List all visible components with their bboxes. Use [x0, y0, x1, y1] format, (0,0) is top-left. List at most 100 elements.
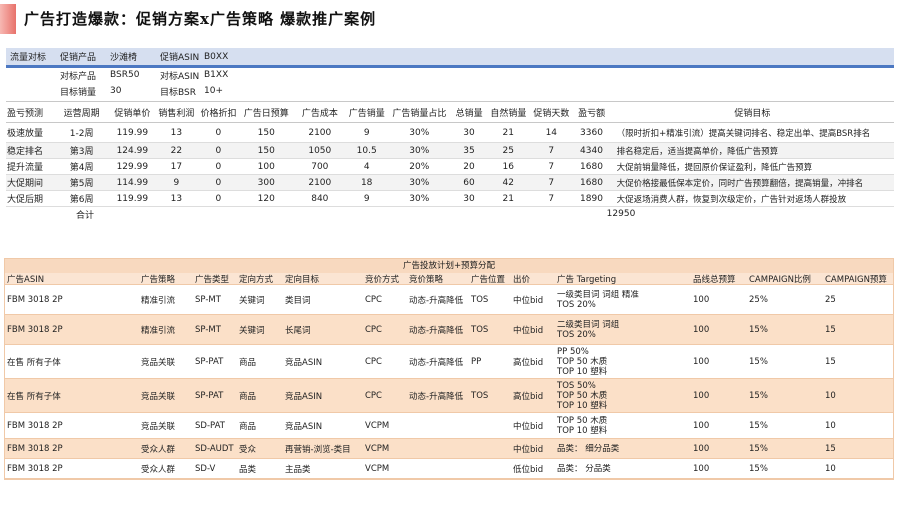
plan-header-cell: 广告日预算 — [243, 108, 289, 119]
info-row-target: 目标销量 30 目标BSR 10+ — [6, 85, 894, 98]
plan-header-cell: 广告销量占比 — [392, 108, 447, 119]
plan-cell: 20 — [463, 161, 475, 172]
ad-budget-cell: 100 — [693, 463, 710, 474]
plan-header-cell: 广告销量 — [348, 108, 385, 119]
ad-budget-cell: 100 — [693, 356, 710, 367]
plan-cell: 1680 — [580, 177, 603, 188]
ad-cell: 中位bid — [513, 421, 544, 432]
ad-cell: TOS — [471, 390, 489, 401]
ad-budget-cell: 15 — [825, 324, 836, 335]
plan-cell: 114.99 — [116, 177, 149, 188]
ad-budget-cell: 15% — [749, 356, 768, 367]
ad-targeting-cell: 品类： 细分品类 — [555, 444, 691, 454]
ad-row: FBM 3018 2P 精准引流 SP-MT 关键词 长尾词 CPC 动态-升高降低 TOS 中… — [5, 315, 893, 345]
targeting-line: 二级类目词 词组 — [557, 319, 620, 330]
ad-cell: 受众人群 — [141, 444, 176, 455]
ad-budget-cell: 15 — [825, 356, 836, 367]
ad-budget-cell: 25% — [749, 294, 768, 305]
ad-cell: TOS — [471, 324, 489, 335]
plan-header-cell: 运营周期 — [63, 108, 100, 119]
ad-budget-cell: 15% — [749, 463, 768, 474]
targeting-line: TOS 20% — [557, 299, 596, 310]
targeting-line: TOS 20% — [557, 329, 596, 340]
plan-cell: 1680 — [580, 161, 603, 172]
plan-cell: 30 — [463, 127, 475, 138]
plan-cell: 60 — [463, 177, 475, 188]
plan-cell: 25 — [502, 145, 514, 156]
plan-cell: 18 — [360, 177, 373, 188]
plan-cell: 21 — [502, 193, 514, 204]
plan-cell: 大促后期 — [7, 195, 44, 205]
plan-cell: 119.99 — [116, 127, 149, 138]
plan-cell: 17 — [170, 161, 183, 172]
ad-cell: 精准引流 — [141, 325, 176, 336]
ad-budget-cell: 10 — [825, 390, 836, 401]
ad-cell: PP — [471, 356, 482, 367]
plan-cell: 大促返场消费人群，恢复到次级定价，广告针对返场人群投放 — [616, 194, 847, 205]
promotion-plan-table: 流量对标 促销产品 沙滩椅 促销ASIN B0XX 对标产品 BSR50 对标A… — [6, 48, 894, 221]
plan-cell: 7 — [548, 145, 555, 156]
targeting-line: TOP 50 木质 — [557, 356, 608, 367]
targeting-line: 品类： 细分品类 — [557, 443, 620, 454]
ad-cell: SD-AUDT — [195, 443, 234, 454]
plan-cell: 14 — [545, 127, 558, 138]
info-value-benchmark-asin: B1XX — [204, 70, 229, 80]
ad-header-cell: 定向目标 — [285, 274, 320, 285]
plan-cell: 100 — [257, 161, 275, 172]
plan-header-cell: 促销单价 — [114, 108, 151, 119]
plan-header-row: 盈亏预测 运营周期 促销单价 销售利润 价格折扣 广告日预算 广告成本 广告销量 广告销量占比总… — [6, 101, 894, 123]
targeting-line: TOS 50% — [557, 380, 596, 391]
plan-cell: 大促期间 — [7, 179, 44, 189]
info-value-target-bsr: 10+ — [204, 86, 223, 96]
targeting-line: TOP 10 塑料 — [557, 425, 608, 436]
ad-budget-cell: 100 — [693, 420, 710, 431]
targeting-line: PP 50% — [557, 346, 589, 357]
ad-cell: 动态-升高降低 — [409, 325, 464, 336]
plan-cell: 13 — [170, 193, 183, 204]
ad-row: FBM 3018 2P 受众人群 SD-V 品类 主品类 VCPM 低位bid 品类： 分品类… — [5, 459, 893, 479]
info-label-traffic: 流量对标 — [10, 53, 47, 63]
plan-header-cell: 盈亏额 — [578, 108, 606, 119]
plan-cell: 42 — [502, 177, 514, 188]
plan-row: 极速放量 1-2周 119.99 13 0 150 2100 9 30% 30 21 14 3360 （限… — [6, 123, 894, 143]
ad-row: FBM 3018 2P 精准引流 SP-MT 关键词 类目词 CPC 动态-升高降低 TOS 中… — [5, 285, 893, 315]
info-row-benchmark: 对标产品 BSR50 对标ASIN B1XX — [6, 69, 894, 82]
ad-row: 在售 所有子体 竞品关联 SP-PAT 商品 竞品ASIN CPC 动态-升高降低 TOS 高位… — [5, 379, 893, 413]
ad-header-cell: 广告ASIN — [7, 274, 45, 285]
ad-header-cell: 广告位置 — [471, 274, 506, 285]
plan-row: 大促期间 第5周 114.99 9 0 300 2100 18 30% 60 42 7 1680 大促价格… — [6, 175, 894, 191]
ad-cell: FBM 3018 2P — [7, 443, 63, 454]
ad-cell: 动态-升高降低 — [409, 357, 464, 368]
plan-cell: 30% — [409, 177, 430, 188]
ad-cell: SP-MT — [195, 294, 221, 305]
ad-cell: 动态-升高降低 — [409, 295, 464, 306]
plan-cell: 150 — [257, 145, 275, 156]
ad-targeting-cell: TOS 50% TOP 50 木质 TOP 10 塑料 — [555, 381, 691, 411]
plan-header-cell: 促销目标 — [734, 108, 771, 119]
ad-budget-cell: 100 — [693, 390, 710, 401]
ad-header-cell: 广告策略 — [141, 274, 176, 285]
ad-cell: VCPM — [365, 463, 390, 474]
ad-cell: FBM 3018 2P — [7, 463, 63, 474]
ad-cell: 再营销-浏览-类目 — [285, 444, 351, 455]
plan-row: 大促后期 第6周 119.99 13 0 120 840 9 30% 30 21 7 1890 大促返场消… — [6, 191, 894, 207]
plan-cell: 4 — [363, 161, 370, 172]
plan-cell: 排名稳定后，适当提高单价，降低广告预算 — [616, 146, 779, 157]
plan-cell: 4340 — [580, 145, 603, 156]
plan-cell: 极速放量 — [7, 129, 44, 139]
info-label-promo-asin: 促销ASIN — [160, 53, 200, 63]
ad-header-cell: CAMPAIGN比例 — [749, 274, 811, 285]
ad-header-row: 广告ASIN 广告策略 广告类型 定向方式 定向目标 竞价方式 竞价策略 广告位置 出价 广告 T… — [5, 273, 893, 285]
ad-cell: SP-PAT — [195, 356, 224, 367]
ad-budget-cell: 15 — [825, 443, 836, 454]
plan-cell: 提升流量 — [7, 163, 44, 173]
ad-targeting-cell: 一级类目词 词组 精准 TOS 20% — [555, 290, 691, 310]
ad-cell: 竞品关联 — [141, 421, 176, 432]
ad-header-cell: 定向方式 — [239, 274, 274, 285]
ad-header-cell: 竞价方式 — [365, 274, 400, 285]
plan-cell: 第3周 — [69, 147, 94, 157]
info-label-target-bsr: 目标BSR — [160, 87, 196, 98]
ad-cell: 在售 所有子体 — [7, 391, 61, 402]
ad-row: FBM 3018 2P 竞品关联 SD-PAT 商品 竞品ASIN VCPM 中位bid TO… — [5, 413, 893, 439]
total-label: 合计 — [75, 210, 94, 221]
